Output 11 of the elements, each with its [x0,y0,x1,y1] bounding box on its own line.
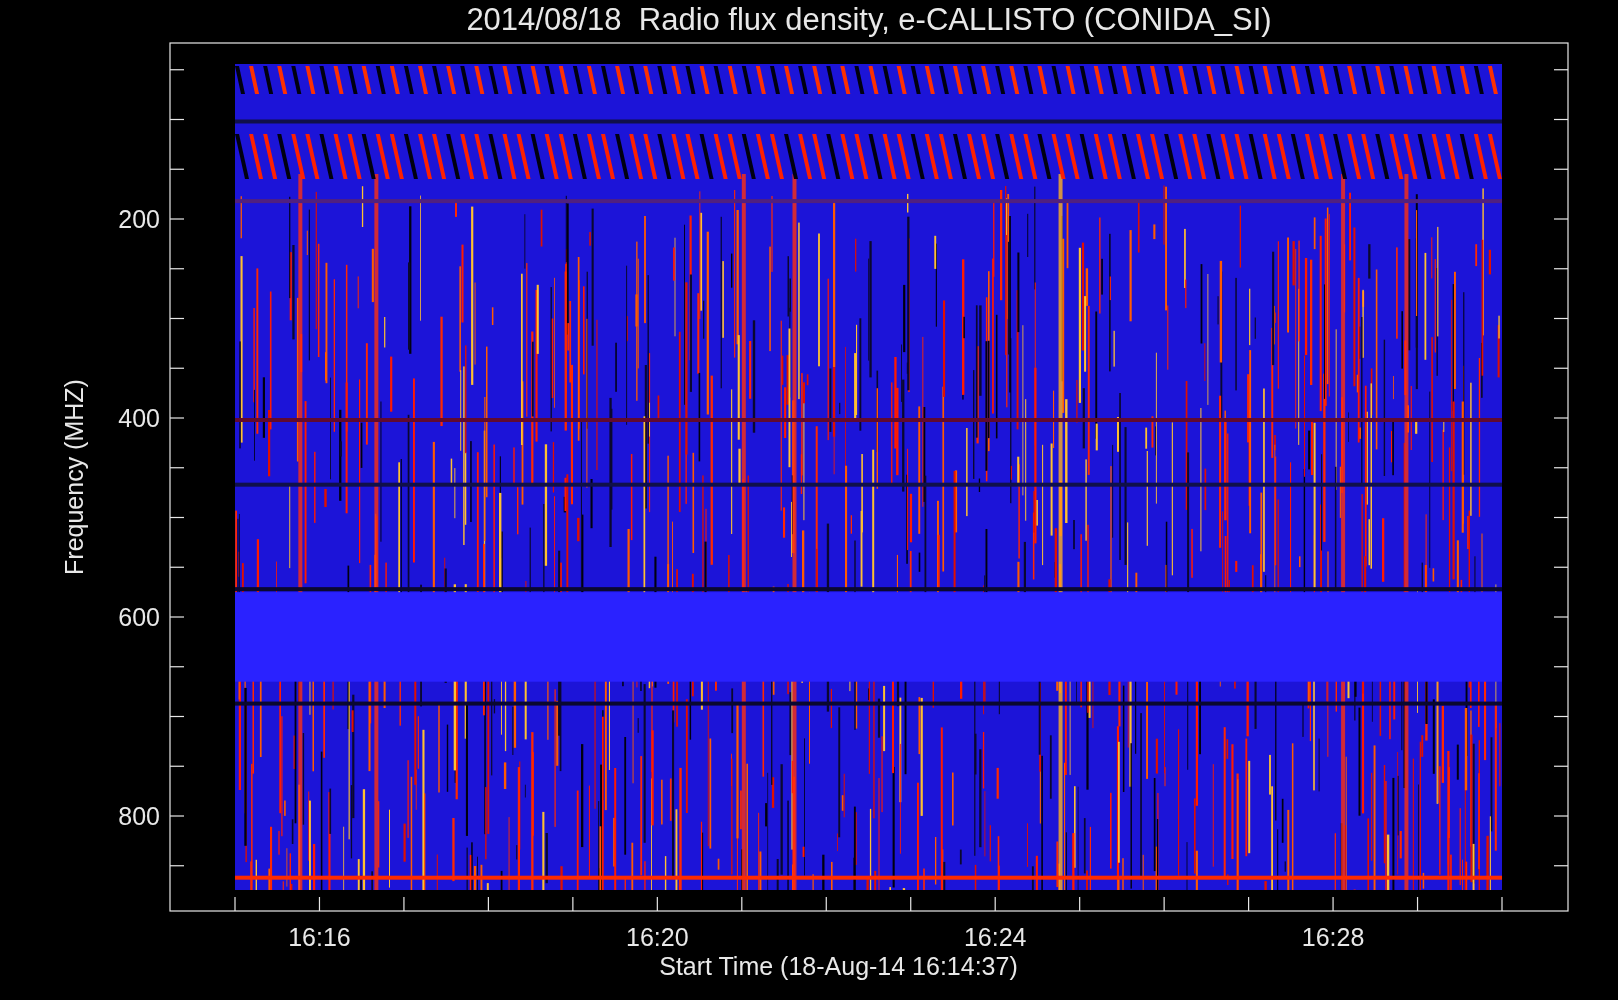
y-tick-label: 200 [117,207,160,232]
x-tick-label: 16:20 [626,925,689,950]
x-tick-label: 16:24 [963,925,1027,950]
y-tick-label: 800 [117,804,160,829]
x-axis-label: Start Time (18-Aug-14 16:14:37) [659,954,1018,979]
y-tick-label: 400 [117,406,160,431]
y-axis-label: Frequency (MHZ) [61,379,87,575]
x-tick-label: 16:28 [1301,925,1365,950]
y-tick-label: 600 [117,605,160,630]
chart-title: 2014/08/18 Radio flux density, e-CALLISTO (CONIDA_SI) [466,4,1272,35]
x-tick-label: 16:16 [288,925,351,950]
